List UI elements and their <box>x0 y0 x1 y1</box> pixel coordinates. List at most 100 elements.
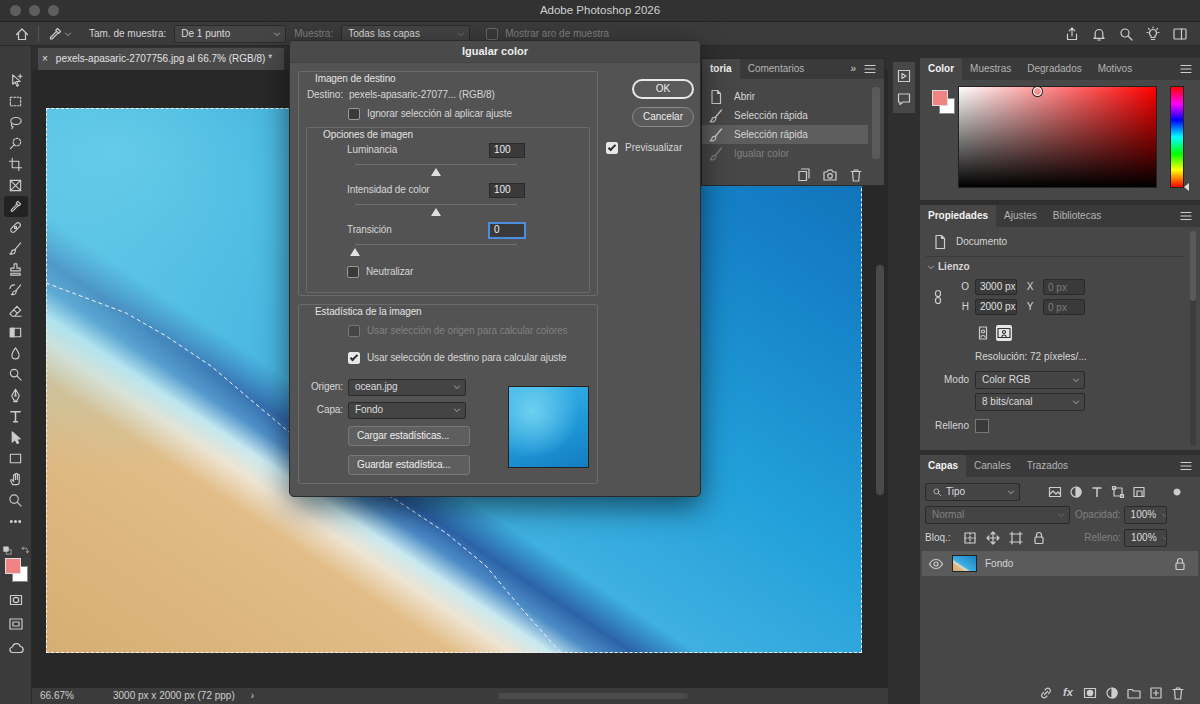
panel-tab[interactable]: Propiedades <box>920 205 996 227</box>
portrait-button[interactable] <box>975 325 991 341</box>
lock-all-icon[interactable] <box>1031 530 1047 546</box>
panel-tab[interactable]: Degradados <box>1019 58 1089 80</box>
color-picker-handle[interactable] <box>1033 87 1042 96</box>
bell-icon[interactable] <box>1091 26 1107 42</box>
panel-tab[interactable]: Color <box>920 58 962 80</box>
fill-field[interactable]: 100% <box>1124 529 1167 547</box>
history-item[interactable]: Igualar color <box>702 144 868 163</box>
move-tool[interactable] <box>4 70 28 91</box>
pen-tool[interactable] <box>4 385 28 406</box>
lasso-tool[interactable] <box>4 112 28 133</box>
dodge-tool[interactable] <box>4 364 28 385</box>
panel-menu-icon[interactable] <box>1178 61 1194 77</box>
panel-menu-icon[interactable] <box>862 61 878 77</box>
history-item[interactable]: Selección rápida <box>702 106 868 125</box>
history-item[interactable]: Selección rápida <box>702 125 868 144</box>
hue-handle[interactable] <box>1184 183 1189 191</box>
camera-icon[interactable] <box>822 167 838 183</box>
eyedropper-tool[interactable] <box>4 196 28 217</box>
smart-object-filter-icon[interactable] <box>1131 484 1147 500</box>
layer-style-button[interactable]: fx <box>1060 686 1076 699</box>
brush-tool[interactable] <box>4 238 28 259</box>
lock-position-icon[interactable] <box>985 530 1001 546</box>
panel-tab[interactable]: Trazados <box>1019 455 1076 477</box>
panel-tab[interactable]: Ajustes <box>996 205 1045 227</box>
canvas-section-header[interactable]: Lienzo <box>920 257 1190 277</box>
zoom-level[interactable]: 66.67% <box>40 690 113 702</box>
cloud-icon[interactable] <box>8 640 24 656</box>
discover-icon[interactable] <box>1145 26 1161 42</box>
bit-depth-dropdown[interactable]: 8 bits/canal <box>975 393 1085 411</box>
panel-menu-icon[interactable] <box>1178 208 1194 224</box>
ignore-selection-checkbox[interactable] <box>348 108 360 120</box>
eraser-tool[interactable] <box>4 301 28 322</box>
panel-tab[interactable]: Muestras <box>962 58 1019 80</box>
marquee-tool[interactable] <box>4 91 28 112</box>
layer-filter-dropdown[interactable]: Tipo <box>925 483 1020 501</box>
close-window-button[interactable] <box>10 5 21 16</box>
close-tab-button[interactable]: × <box>42 53 48 65</box>
panel-menu-icon[interactable] <box>1178 458 1194 474</box>
zoom-tool[interactable] <box>4 490 28 511</box>
zoom-window-button[interactable] <box>48 5 59 16</box>
show-ring-checkbox[interactable] <box>486 28 498 40</box>
landscape-button[interactable] <box>996 325 1012 341</box>
cancel-button[interactable]: Cancelar <box>632 107 694 127</box>
healing-tool[interactable] <box>4 217 28 238</box>
clone-stamp-tool[interactable] <box>4 259 28 280</box>
panel-tab[interactable]: Canales <box>966 455 1019 477</box>
value-field[interactable]: 0 <box>489 223 525 238</box>
layer-dropdown[interactable]: Fondo <box>348 402 466 419</box>
sample-size-dropdown[interactable]: De 1 punto <box>174 25 286 43</box>
history-item[interactable]: Abrir <box>702 87 868 106</box>
quick-mask-icon[interactable] <box>8 592 24 608</box>
document-tab[interactable]: × pexels-apasaric-2707756.jpg al 66.7% (… <box>38 48 284 70</box>
value-field[interactable]: 100 <box>489 183 525 198</box>
status-menu-arrow[interactable]: › <box>251 690 254 702</box>
new-document-from-state-icon[interactable] <box>796 167 812 183</box>
foreground-swatch[interactable] <box>5 558 21 574</box>
history-scrollbar[interactable] <box>872 87 880 165</box>
frame-tool[interactable] <box>4 175 28 196</box>
color-field[interactable] <box>958 86 1157 188</box>
panel-tab[interactable]: Motivos <box>1090 58 1140 80</box>
filter-toggle-icon[interactable] <box>1172 487 1182 497</box>
save-statistics-button[interactable]: Guardar estadística... <box>348 455 470 475</box>
blend-mode-dropdown[interactable]: Normal <box>925 506 1070 524</box>
ok-button[interactable]: OK <box>632 79 694 99</box>
foreground-swatch[interactable] <box>932 90 948 106</box>
new-group-icon[interactable] <box>1126 685 1142 701</box>
crop-tool[interactable] <box>4 154 28 175</box>
path-selection-tool[interactable] <box>4 427 28 448</box>
slider-thumb[interactable] <box>350 248 360 256</box>
properties-scrollbar[interactable] <box>1190 231 1196 446</box>
chevron-icon[interactable] <box>926 262 936 272</box>
scroll-thumb[interactable] <box>876 265 884 495</box>
adjustment-layer-icon[interactable] <box>1104 685 1120 701</box>
statistics-checkbox[interactable] <box>348 352 360 364</box>
type-tool[interactable] <box>4 406 28 427</box>
fill-swatch[interactable] <box>975 419 989 433</box>
blur-tool[interactable] <box>4 343 28 364</box>
default-colors-icon[interactable] <box>3 546 12 555</box>
layer-row[interactable]: Fondo <box>922 551 1198 576</box>
preview-checkbox[interactable] <box>606 142 618 154</box>
quick-selection-tool[interactable] <box>4 133 28 154</box>
width-field[interactable]: 3000 px <box>975 279 1017 295</box>
link-icon[interactable] <box>930 289 946 305</box>
workspace-icon[interactable] <box>1172 26 1188 42</box>
comments-panel-icon[interactable] <box>896 91 912 107</box>
screen-mode-icon[interactable] <box>8 616 24 632</box>
tool-preset-picker[interactable] <box>47 26 73 42</box>
eye-icon[interactable] <box>928 556 944 572</box>
minimize-window-button[interactable] <box>29 5 40 16</box>
statistics-checkbox[interactable] <box>348 325 360 337</box>
lock-pixels-icon[interactable] <box>962 530 978 546</box>
panel-tab[interactable]: Capas <box>920 455 966 477</box>
link-layers-icon[interactable] <box>1038 685 1054 701</box>
lock-icon[interactable] <box>1172 556 1188 572</box>
horizontal-scrollbar[interactable] <box>498 693 688 699</box>
more-tools-tool[interactable] <box>4 511 28 532</box>
add-mask-icon[interactable] <box>1082 685 1098 701</box>
adjustment-filter-icon[interactable] <box>1068 484 1084 500</box>
